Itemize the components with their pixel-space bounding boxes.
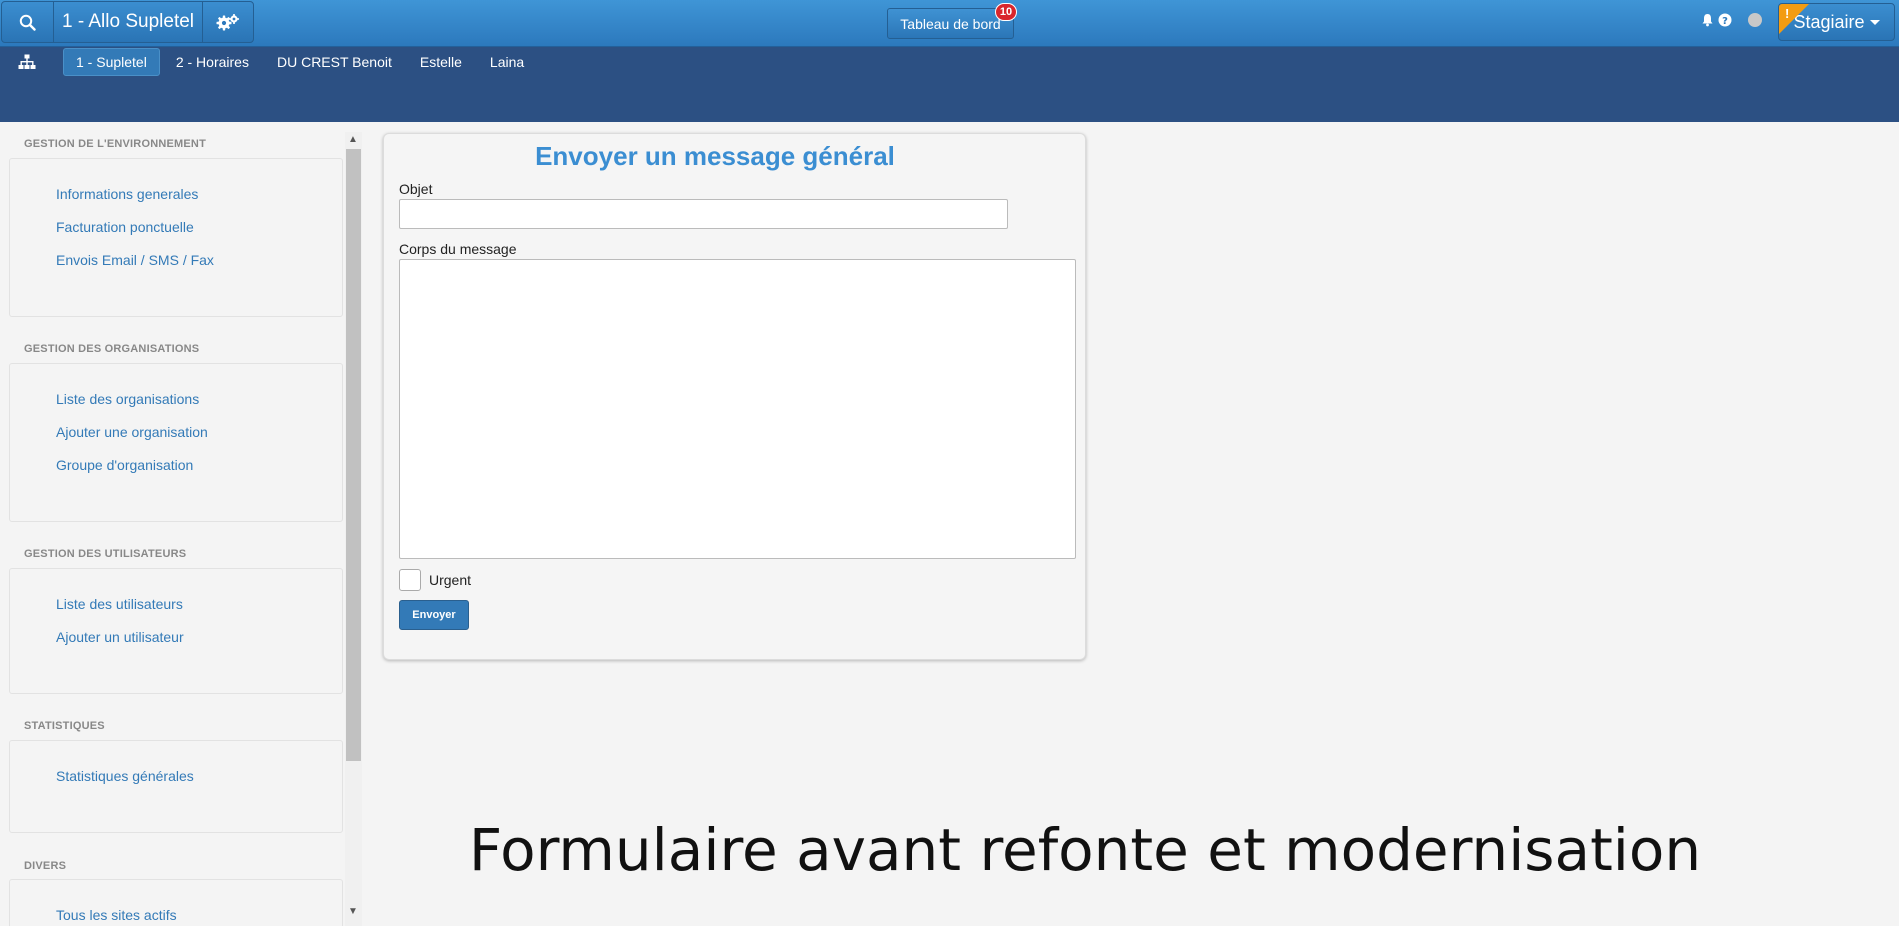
tab-laina[interactable]: Laina <box>478 48 536 76</box>
chevron-down-icon <box>1869 19 1880 25</box>
search-icon <box>19 14 36 31</box>
sidebar: GESTION DE L'ENVIRONNEMENT Informations … <box>0 130 345 926</box>
bell-icon[interactable] <box>1701 13 1714 27</box>
objet-label: Objet <box>399 181 433 197</box>
sidebar-item-informations-generales[interactable]: Informations generales <box>56 186 198 202</box>
dashboard-button[interactable]: Tableau de bord 10 <box>887 3 1017 39</box>
status-icons: ? <box>1701 13 1762 27</box>
warning-icon: ! <box>1785 6 1790 21</box>
sitemap-icon[interactable] <box>18 54 36 70</box>
sidebar-item-groupe-organisation[interactable]: Groupe d'organisation <box>56 457 193 473</box>
sidebar-item-liste-organisations[interactable]: Liste des organisations <box>56 391 199 407</box>
sidebar-scrollbar-thumb[interactable] <box>346 149 361 761</box>
page-title: Envoyer un message général <box>535 141 895 171</box>
app-selector-button[interactable]: 1 - Allo Supletel <box>53 1 203 43</box>
tab-du-crest-benoit[interactable]: DU CREST Benoit <box>265 48 404 76</box>
section-title-utilisateurs: GESTION DES UTILISATEURS <box>24 548 187 560</box>
body-label: Corps du message <box>399 241 517 257</box>
sidebar-item-envois-email[interactable]: Envois Email / SMS / Fax <box>56 252 214 268</box>
svg-text:?: ? <box>1722 16 1728 27</box>
gears-icon <box>216 14 239 31</box>
tab-supletel[interactable]: 1 - Supletel <box>63 48 160 76</box>
section-box-environnement <box>9 158 343 317</box>
section-title-statistiques: STATISTIQUES <box>24 720 105 732</box>
top-bar: 1 - Allo Supletel Tableau de bord 10 ? !… <box>0 0 1899 47</box>
message-body-textarea[interactable] <box>399 259 1076 559</box>
tab-bar: 1 - Supletel 2 - Horaires DU CREST Benoi… <box>63 48 540 76</box>
sidebar-item-ajouter-organisation[interactable]: Ajouter une organisation <box>56 424 208 440</box>
tab-horaires[interactable]: 2 - Horaires <box>164 48 261 76</box>
user-menu-button[interactable]: ! Stagiaire <box>1778 3 1895 41</box>
section-box-organisations <box>9 363 343 522</box>
sidebar-item-liste-utilisateurs[interactable]: Liste des utilisateurs <box>56 596 183 612</box>
tab-estelle[interactable]: Estelle <box>408 48 474 76</box>
objet-input[interactable] <box>399 199 1008 229</box>
search-button[interactable] <box>1 1 54 43</box>
sidebar-item-facturation-ponctuelle[interactable]: Facturation ponctuelle <box>56 219 194 235</box>
section-title-environnement: GESTION DE L'ENVIRONNEMENT <box>24 138 206 150</box>
dashboard-label: Tableau de bord <box>900 15 1001 32</box>
scroll-down-icon[interactable]: ▼ <box>347 906 359 918</box>
notification-badge: 10 <box>995 3 1017 21</box>
sub-navigation: 1 - Supletel 2 - Horaires DU CREST Benoi… <box>0 47 1899 122</box>
warning-corner <box>1779 4 1809 34</box>
app-button-group: 1 - Allo Supletel <box>1 1 254 43</box>
help-icon[interactable]: ? <box>1718 13 1732 27</box>
section-box-statistiques <box>9 740 343 833</box>
urgent-label: Urgent <box>429 572 472 588</box>
settings-button[interactable] <box>202 1 254 43</box>
send-button[interactable]: Envoyer <box>399 600 469 630</box>
caption-text: Formulaire avant refonte et modernisatio… <box>468 816 1702 884</box>
section-title-divers: DIVERS <box>24 860 67 872</box>
sidebar-item-statistiques-generales[interactable]: Statistiques générales <box>56 768 194 784</box>
status-indicator <box>1748 13 1762 27</box>
sidebar-item-ajouter-utilisateur[interactable]: Ajouter un utilisateur <box>56 629 184 645</box>
sidebar-item-tous-les-sites-actifs[interactable]: Tous les sites actifs <box>56 907 177 923</box>
section-title-organisations: GESTION DES ORGANISATIONS <box>24 343 200 355</box>
message-form-panel: Envoyer un message général Objet Corps d… <box>383 133 1086 660</box>
urgent-checkbox[interactable] <box>399 569 421 591</box>
scroll-up-icon[interactable]: ▲ <box>347 134 359 146</box>
